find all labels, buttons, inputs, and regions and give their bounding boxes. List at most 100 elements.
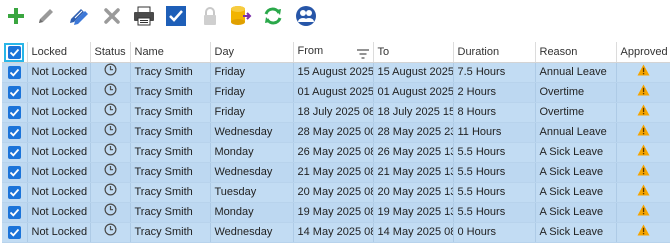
status-cell xyxy=(90,82,131,103)
cell-duration: 2 Hours xyxy=(453,82,536,103)
cell-from: 19 May 2025 08:00 xyxy=(293,202,374,223)
filter-icon[interactable] xyxy=(356,49,369,59)
warning-icon xyxy=(637,144,649,155)
cell-duration: 5.5 Hours xyxy=(453,142,536,163)
table-row[interactable]: Not Locked Tracy Smith Friday 01 August 202… xyxy=(2,82,670,103)
cell-to: 26 May 2025 13:29 xyxy=(373,142,454,163)
cell-locked: Not Locked xyxy=(27,122,91,143)
header-row: Locked Status Name Day From To Duration … xyxy=(2,42,670,63)
column-header-duration[interactable]: Duration xyxy=(453,42,536,63)
cell-day: Tuesday xyxy=(210,182,294,203)
cell-locked: Not Locked xyxy=(27,182,91,203)
row-checkbox[interactable] xyxy=(2,142,28,163)
row-checkbox[interactable] xyxy=(2,82,28,103)
multi-edit-icon[interactable] xyxy=(66,3,92,29)
cell-from: 20 May 2025 08:00 xyxy=(293,182,374,203)
warning-icon xyxy=(637,124,649,135)
warning-icon xyxy=(637,204,649,215)
table-row[interactable]: Not Locked Tracy Smith Monday 19 May 2025 0… xyxy=(2,202,670,223)
cell-reason: Overtime xyxy=(535,102,617,123)
column-header-locked[interactable]: Locked xyxy=(27,42,91,63)
cell-from: 18 July 2025 08:00 xyxy=(293,102,374,123)
cell-duration: 11 Hours xyxy=(453,122,536,143)
approved-cell xyxy=(616,162,670,183)
cell-to: 21 May 2025 13:29 xyxy=(373,162,454,183)
column-header-name[interactable]: Name xyxy=(130,42,211,63)
row-checkbox[interactable] xyxy=(2,182,28,203)
row-checkbox[interactable] xyxy=(2,62,28,83)
warning-icon xyxy=(637,64,649,75)
column-header-approved[interactable]: Approved xyxy=(616,42,670,63)
approved-cell xyxy=(616,182,670,203)
cell-name: Tracy Smith xyxy=(130,162,211,183)
cell-day: Friday xyxy=(210,82,294,103)
column-header-reason[interactable]: Reason xyxy=(535,42,617,63)
cell-duration: 5.5 Hours xyxy=(453,182,536,203)
cell-name: Tracy Smith xyxy=(130,102,211,123)
refresh-icon[interactable] xyxy=(260,3,286,29)
add-icon[interactable] xyxy=(3,3,29,29)
cell-day: Wednesday xyxy=(210,122,294,143)
cell-day: Wednesday xyxy=(210,162,294,183)
cell-day: Friday xyxy=(210,102,294,123)
column-header-from[interactable]: From xyxy=(293,42,374,63)
clock-icon xyxy=(103,83,117,96)
approved-cell xyxy=(616,62,670,83)
table-row[interactable]: Not Locked Tracy Smith Wednesday 28 May 202… xyxy=(2,122,670,143)
row-checkbox[interactable] xyxy=(2,162,28,183)
cell-to: 01 August 2025 1... xyxy=(373,82,454,103)
table-row[interactable]: Not Locked Tracy Smith Friday 15 August 202… xyxy=(2,62,670,83)
cell-locked: Not Locked xyxy=(27,202,91,223)
status-cell xyxy=(90,182,131,203)
cell-reason: A Sick Leave xyxy=(535,142,617,163)
clock-icon xyxy=(103,123,117,136)
cell-locked: Not Locked xyxy=(27,102,91,123)
row-checkbox[interactable] xyxy=(2,122,28,143)
approved-cell xyxy=(616,202,670,223)
clock-icon xyxy=(103,203,117,216)
approved-cell xyxy=(616,102,670,123)
warning-icon xyxy=(637,224,649,235)
cell-locked: Not Locked xyxy=(27,82,91,103)
cell-from: 15 August 2025 0... xyxy=(293,62,374,83)
cell-reason: Annual Leave xyxy=(535,62,617,83)
clock-icon xyxy=(103,223,117,236)
cell-duration: 5.5 Hours xyxy=(453,202,536,223)
select-all-icon[interactable] xyxy=(163,3,189,29)
select-all-checkbox[interactable] xyxy=(2,42,28,63)
status-cell xyxy=(90,202,131,223)
cell-locked: Not Locked xyxy=(27,162,91,183)
delete-icon[interactable] xyxy=(99,3,125,29)
cell-from: 01 August 2025 1... xyxy=(293,82,374,103)
cell-locked: Not Locked xyxy=(27,142,91,163)
column-header-status[interactable]: Status xyxy=(90,42,131,63)
column-header-from-label: From xyxy=(297,45,324,57)
approved-cell xyxy=(616,82,670,103)
table-row[interactable]: Not Locked Tracy Smith Tuesday 20 May 2025 … xyxy=(2,182,670,203)
row-checkbox[interactable] xyxy=(2,202,28,223)
warning-icon xyxy=(637,84,649,95)
edit-icon[interactable] xyxy=(33,3,59,29)
cell-to: 20 May 2025 13:29 xyxy=(373,182,454,203)
lock-icon[interactable] xyxy=(197,3,223,29)
cell-name: Tracy Smith xyxy=(130,142,211,163)
warning-icon xyxy=(637,104,649,115)
users-icon[interactable] xyxy=(293,3,319,29)
clock-icon xyxy=(103,63,117,76)
column-header-to[interactable]: To xyxy=(373,42,454,63)
clock-icon xyxy=(103,163,117,176)
table-row[interactable]: Not Locked Tracy Smith Wednesday 21 May 202… xyxy=(2,162,670,183)
cell-reason: Overtime xyxy=(535,82,617,103)
export-icon[interactable] xyxy=(228,3,254,29)
cell-duration: 7.5 Hours xyxy=(453,62,536,83)
table-row[interactable]: Not Locked Tracy Smith Friday 18 July 2025 … xyxy=(2,102,670,123)
print-icon[interactable] xyxy=(131,3,157,29)
table-row[interactable]: Not Locked Tracy Smith Monday 26 May 2025 0… xyxy=(2,142,670,163)
cell-day: Monday xyxy=(210,202,294,223)
column-header-day[interactable]: Day xyxy=(210,42,294,63)
cell-to: 18 July 2025 15:59 xyxy=(373,102,454,123)
row-checkbox[interactable] xyxy=(2,102,28,123)
status-cell xyxy=(90,142,131,163)
cell-day: Monday xyxy=(210,142,294,163)
clock-icon xyxy=(103,183,117,196)
